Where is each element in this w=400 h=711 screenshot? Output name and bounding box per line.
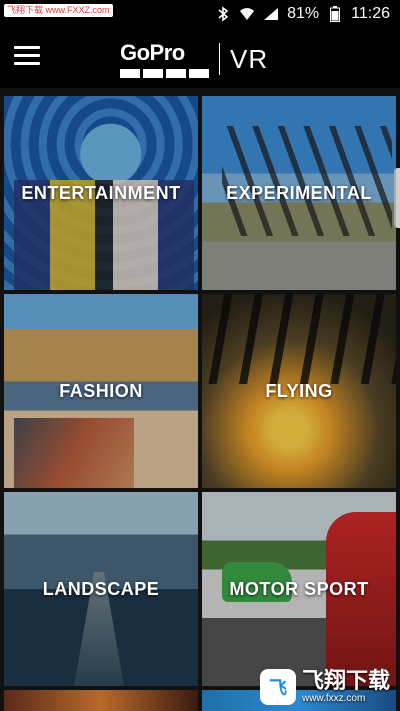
category-label: EXPERIMENTAL: [226, 182, 372, 203]
category-label: MOTOR SPORT: [229, 578, 369, 599]
gopro-wordmark: GoPro: [120, 40, 185, 65]
category-tile-flying[interactable]: FLYING: [202, 294, 396, 488]
clock: 11:26: [351, 5, 390, 22]
brand-divider: [219, 43, 220, 75]
hamburger-menu-icon[interactable]: [14, 46, 40, 70]
category-label: LANDSCAPE: [42, 578, 160, 599]
gopro-blocks-icon: [120, 69, 209, 78]
status-icons: 81% 11:26: [215, 4, 390, 24]
watermark-logo: 飞: [259, 669, 296, 705]
status-bar: 飞翔下载 www.FXXZ.com 81% 11:26: [0, 0, 400, 28]
battery-percent: 81%: [287, 5, 320, 22]
category-tile-partial[interactable]: [4, 690, 198, 711]
category-tile-entertainment[interactable]: ENTERTAINMENT: [4, 96, 198, 290]
watermark-name: 飞翔下载: [301, 668, 390, 693]
watermark-url: www.fxxz.com: [301, 693, 366, 704]
category-tile-landscape[interactable]: LANDSCAPE: [4, 492, 198, 686]
gopro-logo: GoPro: [120, 40, 209, 78]
signal-icon: [263, 6, 279, 22]
vr-wordmark: VR: [230, 43, 269, 74]
gopro-vr-logo: GoPro VR: [120, 40, 268, 78]
wifi-icon: [239, 6, 255, 22]
watermark-bottom: 飞 飞翔下载 www.fxxz.com: [259, 668, 390, 705]
bluetooth-icon: [215, 6, 231, 22]
battery-icon: [327, 6, 343, 22]
category-label: FASHION: [59, 380, 143, 401]
category-tile-fashion[interactable]: FASHION: [4, 294, 198, 488]
category-grid: ENTERTAINMENT EXPERIMENTAL FASHION FLYIN…: [4, 96, 396, 711]
category-tile-motor-sport[interactable]: MOTOR SPORT: [202, 492, 396, 686]
category-label: FLYING: [265, 380, 333, 401]
category-label: ENTERTAINMENT: [21, 182, 181, 203]
watermark-top: 飞翔下载 www.FXXZ.com: [4, 4, 113, 17]
app-bar: GoPro VR: [0, 28, 400, 88]
category-tile-experimental[interactable]: EXPERIMENTAL: [202, 96, 396, 290]
